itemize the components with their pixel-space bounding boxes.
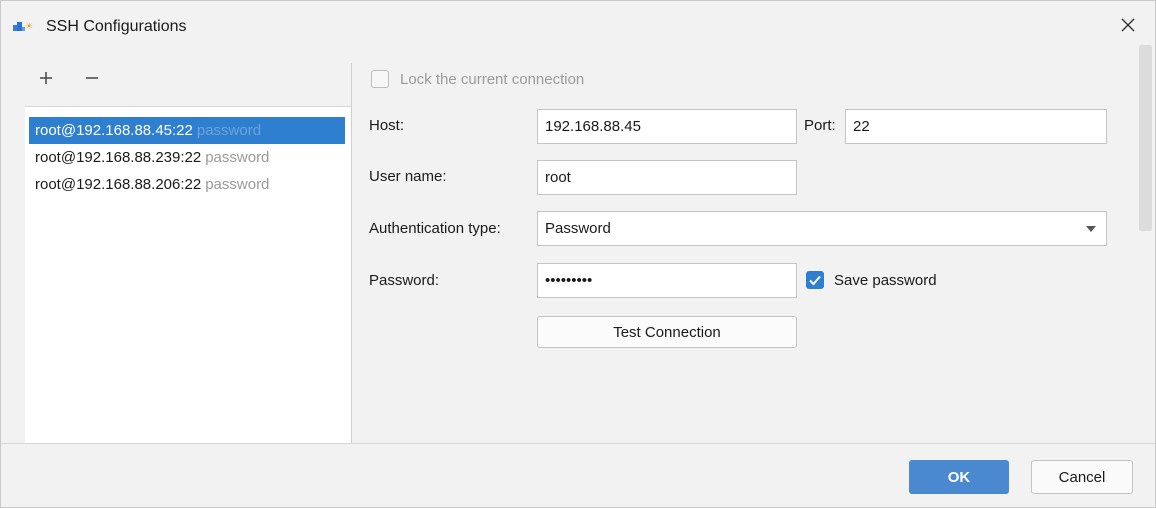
connection-host: root@192.168.88.239:22 xyxy=(35,149,202,166)
connection-auth-type: password xyxy=(205,149,270,166)
connection-toolbar xyxy=(25,59,351,105)
auth-type-label: Authentication type: xyxy=(369,220,501,237)
connection-list-item[interactable]: root@192.168.88.45:22 password xyxy=(29,117,345,144)
lock-connection-checkbox[interactable] xyxy=(371,70,389,88)
username-label: User name: xyxy=(369,168,447,185)
add-connection-button[interactable] xyxy=(31,65,61,95)
connection-auth-type: password xyxy=(196,122,262,139)
password-mask: ••••••••• xyxy=(545,272,593,289)
cancel-button[interactable]: Cancel xyxy=(1031,460,1133,494)
svg-text:☀: ☀ xyxy=(25,22,33,32)
password-label: Password: xyxy=(369,272,440,289)
title-bar: ☀ SSH Configurations xyxy=(1,1,1155,55)
panel-divider xyxy=(351,63,352,443)
close-button[interactable] xyxy=(1111,11,1145,43)
plus-icon xyxy=(39,71,53,89)
connection-host: root@192.168.88.206:22 xyxy=(35,176,202,193)
connection-auth-type: password xyxy=(205,176,270,193)
auth-type-value: Password xyxy=(545,220,611,237)
dialog-footer: OK Cancel xyxy=(1,444,1155,507)
test-connection-button[interactable]: Test Connection xyxy=(537,316,797,348)
connection-list-item[interactable]: root@192.168.88.239:22 password xyxy=(29,144,345,171)
app-logo-icon: ☀ xyxy=(13,19,39,35)
window-title: SSH Configurations xyxy=(46,18,187,35)
checkmark-icon xyxy=(809,275,821,286)
username-input[interactable] xyxy=(537,160,797,195)
connection-host: root@192.168.88.45:22 xyxy=(35,122,193,139)
lock-connection-label: Lock the current connection xyxy=(400,70,585,88)
host-label: Host: xyxy=(369,117,405,134)
connection-list: root@192.168.88.45:22 password root@192.1… xyxy=(25,107,351,443)
password-input[interactable]: ••••••••• xyxy=(537,263,797,298)
chevron-down-icon xyxy=(1086,226,1096,232)
minus-icon xyxy=(85,71,99,89)
ok-button[interactable]: OK xyxy=(909,460,1009,494)
connection-list-item[interactable]: root@192.168.88.206:22 password xyxy=(29,171,345,198)
remove-connection-button[interactable] xyxy=(77,65,107,95)
host-input[interactable] xyxy=(537,109,797,144)
scrollbar-thumb[interactable] xyxy=(1139,45,1152,231)
port-input[interactable] xyxy=(845,109,1107,144)
close-icon xyxy=(1121,18,1135,36)
save-password-label: Save password xyxy=(834,271,937,289)
ssh-configurations-dialog: ☀ SSH Configurations root@192.168.88.45:… xyxy=(0,0,1156,508)
auth-type-select[interactable]: Password xyxy=(537,211,1107,246)
save-password-checkbox[interactable] xyxy=(806,271,824,289)
lock-connection-row: Lock the current connection xyxy=(371,67,584,91)
port-label: Port: xyxy=(804,117,836,134)
save-password-row[interactable]: Save password xyxy=(806,268,937,292)
